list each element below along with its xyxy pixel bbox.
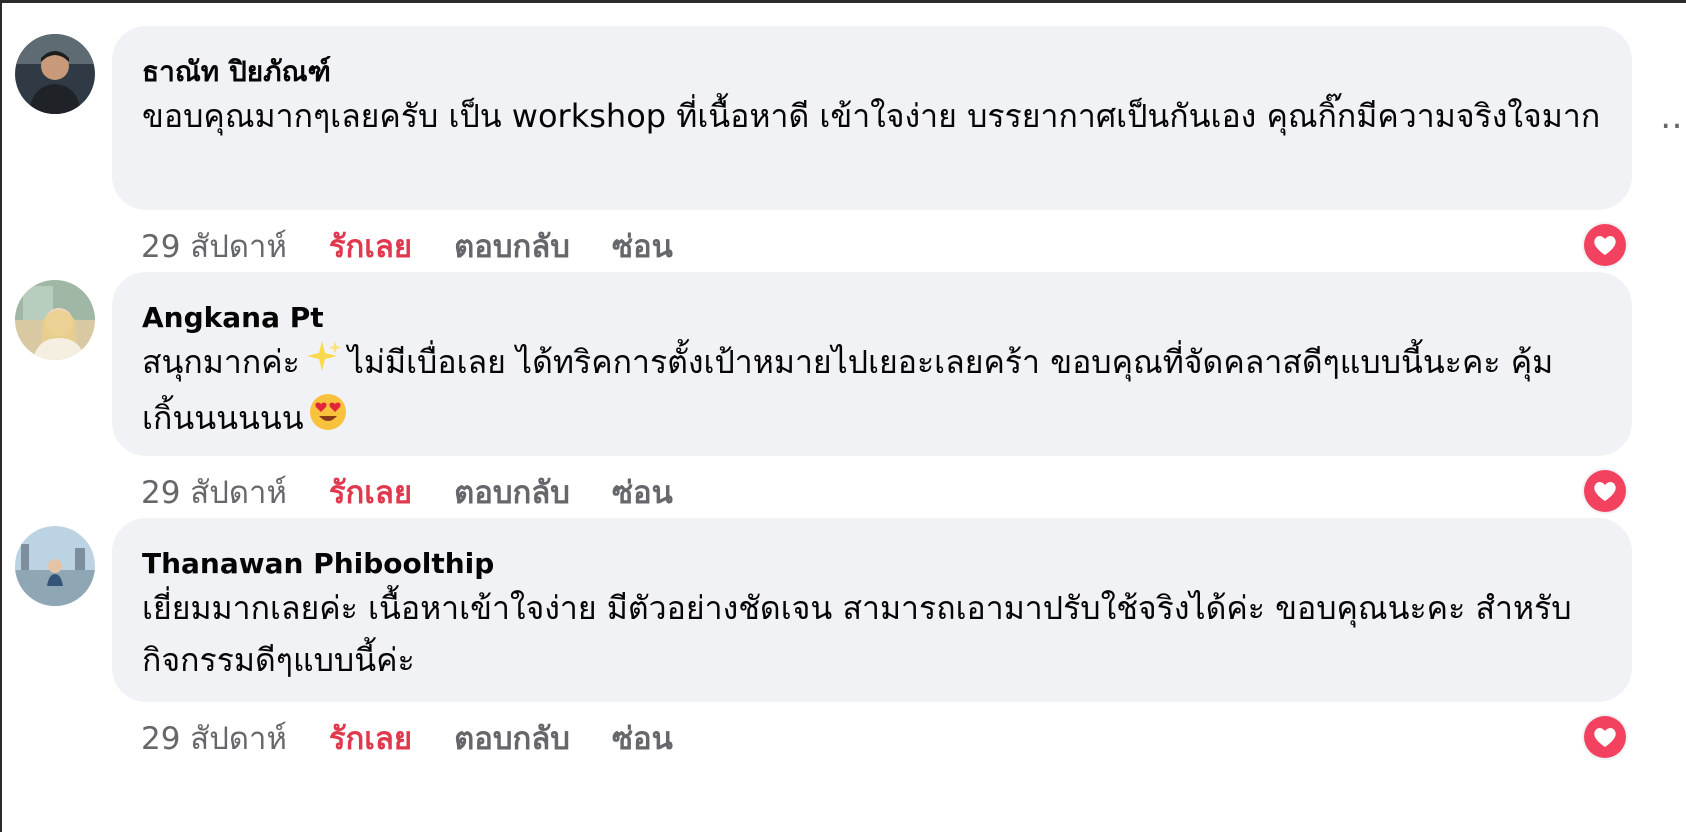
hide-button[interactable]: ซ่อน xyxy=(612,713,673,763)
comment-author[interactable]: ธาณัท ปิยภัณฑ์ xyxy=(142,54,1602,90)
avatar[interactable] xyxy=(15,280,95,360)
comment-2: Angkana Pt สนุกมากค่ะ ไม่มีเบื่อเลย ได้ทร… xyxy=(0,246,1686,514)
comment-3: Thanawan Phiboolthip เยี่ยมมากเลยค่ะ เนื… xyxy=(0,492,1686,760)
heart-eyes-emoji xyxy=(308,392,348,447)
comment-bubble: Thanawan Phiboolthip เยี่ยมมากเลยค่ะ เนื… xyxy=(112,518,1632,702)
comment-author[interactable]: Thanawan Phiboolthip xyxy=(142,546,1602,582)
comment-text: ขอบคุณมากๆเลยครับ เป็น workshop ที่เนื้อ… xyxy=(142,97,1601,135)
heart-reaction-icon[interactable] xyxy=(1582,714,1628,760)
love-button[interactable]: รักเลย xyxy=(329,713,412,763)
comment-text-part: ไม่มีเบื่อเลย ได้ทริคการตั้งเป้าหมายไปเย… xyxy=(142,343,1554,437)
comment-actions: 29 สัปดาห์ รักเลย ตอบกลับ ซ่อน xyxy=(141,714,715,762)
comment-text: สนุกมากค่ะ ไม่มีเบื่อเลย ได้ทริคการตั้งเป… xyxy=(142,336,1612,447)
comment-1: ธาณัท ปิยภัณฑ์ ขอบคุณมากๆเลยครับ เป็น wo… xyxy=(0,0,1686,268)
comment-timestamp[interactable]: 29 สัปดาห์ xyxy=(141,713,287,763)
sparkles-emoji xyxy=(304,337,344,392)
comment-author[interactable]: Angkana Pt xyxy=(142,300,1602,336)
avatar[interactable] xyxy=(15,34,95,114)
comment-text: เยี่ยมมากเลยค่ะ เนื้อหาเข้าใจง่าย มีตัวอ… xyxy=(142,589,1572,679)
avatar[interactable] xyxy=(15,526,95,606)
comment-bubble: Angkana Pt สนุกมากค่ะ ไม่มีเบื่อเลย ได้ทร… xyxy=(112,272,1632,456)
reply-button[interactable]: ตอบกลับ xyxy=(454,713,570,763)
comment-text-part: สนุกมากค่ะ xyxy=(142,343,300,381)
comment-bubble: ธาณัท ปิยภัณฑ์ ขอบคุณมากๆเลยครับ เป็น wo… xyxy=(112,26,1632,210)
more-options-icon[interactable]: … xyxy=(1660,100,1686,134)
